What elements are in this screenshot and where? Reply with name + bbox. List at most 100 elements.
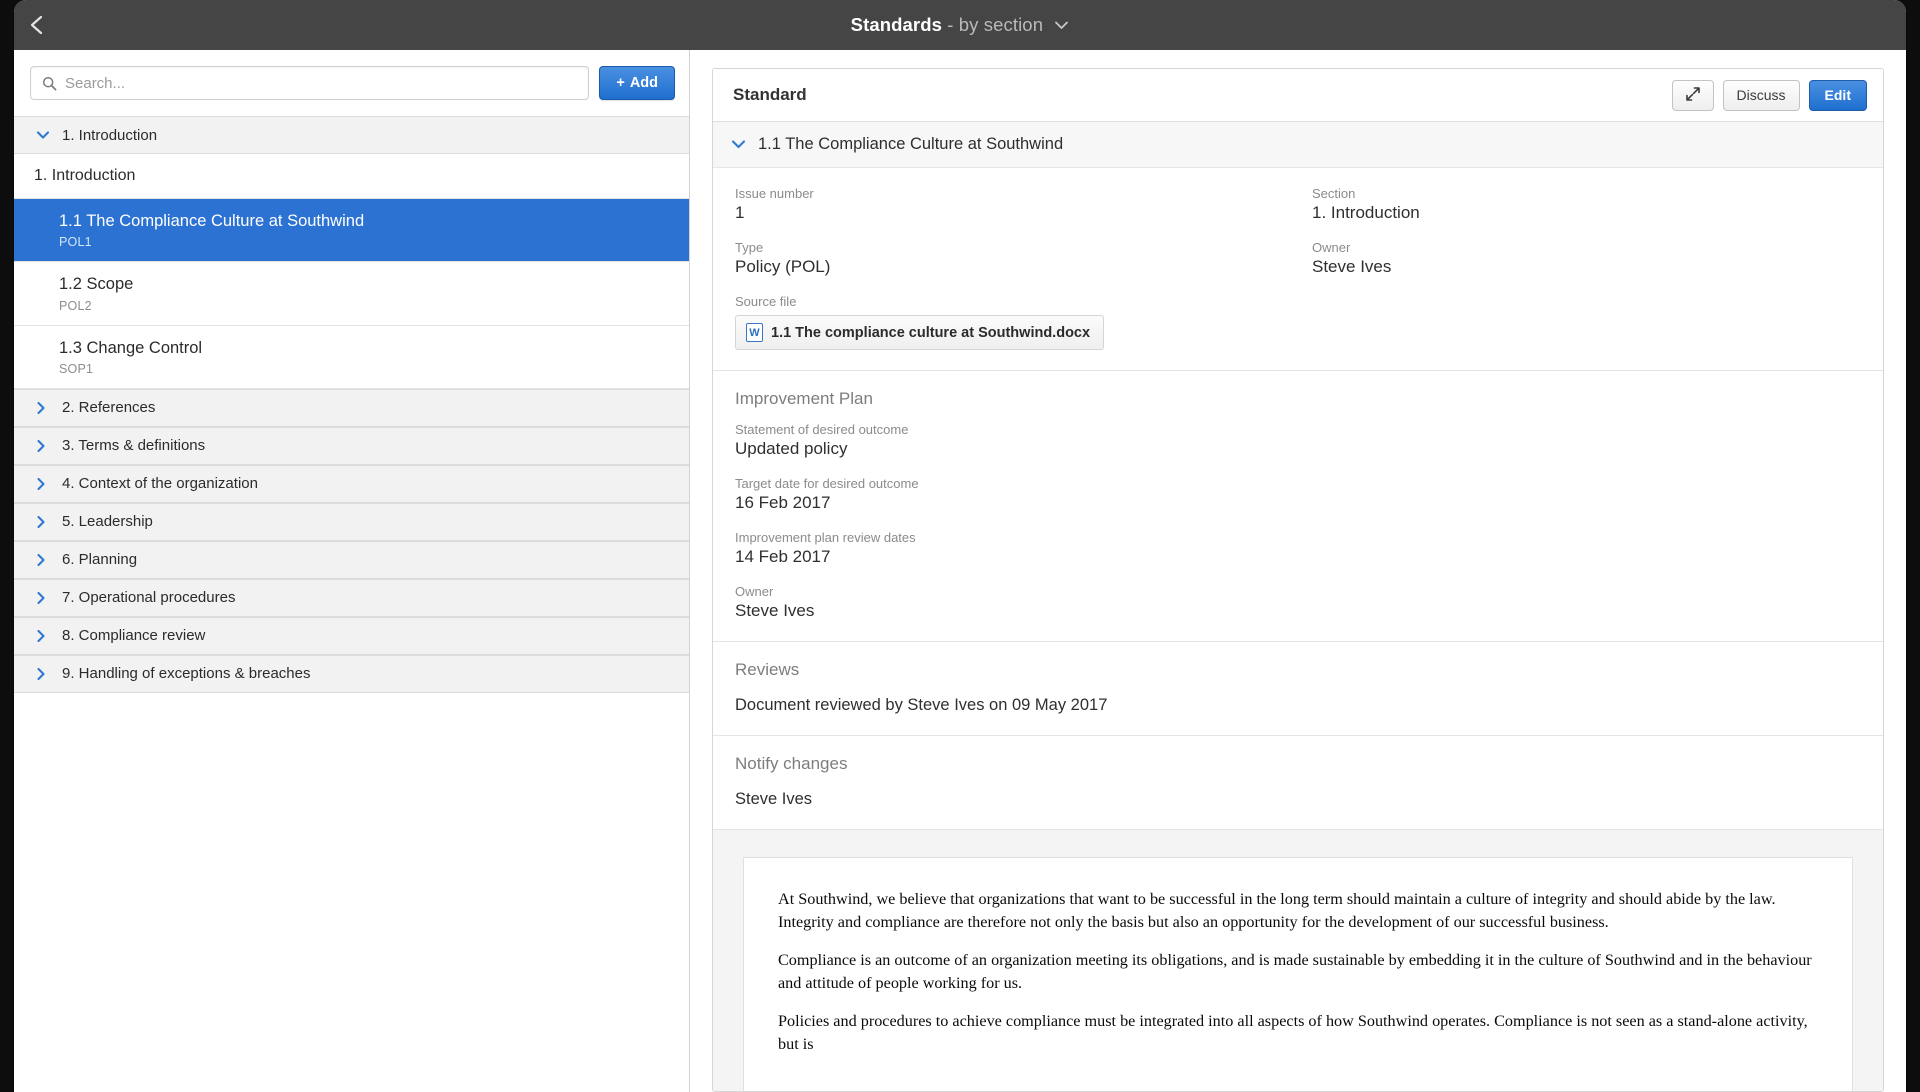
document-paragraph: Policies and procedures to achieve compl…: [778, 1012, 1808, 1053]
document-title: 1.1 The Compliance Culture at Southwind: [758, 135, 1064, 153]
chevron-right-icon: [36, 667, 62, 681]
field-label: Type: [735, 240, 764, 255]
tree-group-leadership[interactable]: 5. Leadership: [14, 502, 689, 541]
sidebar-toolbar: + Add: [14, 50, 689, 116]
tree-group-label: 2. References: [62, 399, 156, 417]
page-title-separator: -: [942, 14, 959, 35]
plus-icon: +: [616, 75, 625, 91]
tree-group-compliance-review[interactable]: 8. Compliance review: [14, 616, 689, 655]
source-file-chip[interactable]: W 1.1 The compliance culture at Southwin…: [735, 315, 1105, 350]
document-page: At Southwind, we believe that organizati…: [743, 857, 1853, 1091]
chevron-left-icon: [29, 13, 45, 37]
field-review-dates: Improvement plan review dates 14 Feb 201…: [735, 530, 1861, 567]
tree-group-context-of-organization[interactable]: 4. Context of the organization: [14, 464, 689, 503]
details-section: Issue number 1 Type Policy (POL) Source …: [713, 168, 1883, 371]
expand-arrows-icon: [1685, 86, 1700, 104]
notify-entry: Steve Ives: [735, 790, 813, 808]
field-target-date: Target date for desired outcome 16 Feb 2…: [735, 476, 1861, 513]
back-button[interactable]: [14, 0, 60, 50]
document-preview-area: At Southwind, we believe that organizati…: [713, 830, 1883, 1091]
reviews-section: Reviews Document reviewed by Steve Ives …: [713, 642, 1883, 736]
chevron-right-icon: [36, 401, 62, 415]
field-value: Updated policy: [735, 439, 848, 458]
sidebar-panel: + Add 1. Introduction 1. Introduction: [14, 50, 690, 1092]
tree-group-terms-definitions[interactable]: 3. Terms & definitions: [14, 426, 689, 465]
source-file-name: 1.1 The compliance culture at Southwind.…: [771, 324, 1091, 341]
field-section: Section 1. Introduction: [1312, 186, 1861, 223]
card-header: Standard Discuss Edit: [713, 69, 1883, 122]
list-item-title: 1.1 The Compliance Culture at Southwind: [59, 212, 365, 230]
chevron-down-icon[interactable]: [1054, 13, 1069, 35]
document-paragraph: At Southwind, we believe that organizati…: [778, 890, 1776, 931]
field-value: Steve Ives: [1312, 257, 1392, 276]
field-value: 16 Feb 2017: [735, 493, 831, 512]
field-value: Steve Ives: [735, 601, 815, 620]
section-title: Reviews: [735, 660, 800, 679]
tree-group-label: 4. Context of the organization: [62, 475, 258, 493]
add-button[interactable]: + Add: [599, 66, 675, 100]
sidebar-item-doc-1-2[interactable]: 1.2 Scope POL2: [14, 262, 689, 326]
tree-group-planning[interactable]: 6. Planning: [14, 540, 689, 579]
top-header-bar: Standards - by section: [14, 0, 1906, 50]
expand-button[interactable]: [1671, 79, 1714, 111]
page-title[interactable]: Standards - by section: [14, 14, 1906, 36]
field-label: Improvement plan review dates: [735, 530, 916, 545]
document-title-row[interactable]: 1.1 The Compliance Culture at Southwind: [713, 122, 1883, 168]
chevron-right-icon: [36, 515, 62, 529]
field-label: Source file: [735, 294, 797, 309]
main-content-area: Standard Discuss Edit 1.1 The Compliance…: [690, 50, 1906, 1092]
section-title: Notify changes: [735, 754, 848, 773]
chevron-right-icon: [36, 439, 62, 453]
standard-detail-card: Standard Discuss Edit 1.1 The Compliance…: [712, 68, 1884, 1092]
main-body: + Add 1. Introduction 1. Introduction: [14, 50, 1906, 1092]
field-label: Statement of desired outcome: [735, 422, 909, 437]
field-label: Issue number: [735, 186, 814, 201]
tree-group-handling-exceptions-breaches[interactable]: 9. Handling of exceptions & breaches: [14, 654, 689, 693]
tree-group-operational-procedures[interactable]: 7. Operational procedures: [14, 578, 689, 617]
search-icon: [42, 76, 57, 96]
tree-group-label: 8. Compliance review: [62, 627, 206, 645]
sidebar-item-doc-1-3[interactable]: 1.3 Change Control SOP1: [14, 325, 689, 389]
list-item-title: 1.3 Change Control: [59, 338, 203, 357]
tree-group-label: 9. Handling of exceptions & breaches: [62, 665, 311, 683]
field-statement-of-desired-outcome: Statement of desired outcome Updated pol…: [735, 422, 1861, 459]
sidebar-item-doc-1-1[interactable]: 1.1 The Compliance Culture at Southwind …: [14, 199, 689, 263]
list-item-code: POL2: [59, 298, 92, 313]
details-right-column: Section 1. Introduction Owner Steve Ives: [1312, 186, 1861, 350]
field-source-file: Source file W 1.1 The compliance culture…: [735, 294, 1284, 350]
tree-section-header: 1. Introduction: [14, 154, 689, 199]
list-item-code: POL1: [59, 235, 92, 250]
card-action-buttons: Discuss Edit: [1671, 79, 1867, 111]
review-entry: Document reviewed by Steve Ives on 09 Ma…: [735, 696, 1108, 714]
section-title: Improvement Plan: [735, 389, 873, 408]
chevron-down-icon[interactable]: [731, 136, 746, 154]
field-label: Owner: [1312, 240, 1351, 255]
field-owner: Owner Steve Ives: [1312, 240, 1861, 277]
field-value: Policy (POL): [735, 257, 831, 276]
discuss-button[interactable]: Discuss: [1722, 79, 1800, 111]
improvement-plan-section: Improvement Plan Statement of desired ou…: [713, 371, 1883, 642]
details-left-column: Issue number 1 Type Policy (POL) Source …: [735, 186, 1284, 350]
edit-button[interactable]: Edit: [1808, 79, 1867, 111]
card-title: Standard: [733, 85, 807, 104]
field-label: Target date for desired outcome: [735, 476, 919, 491]
field-value: 1. Introduction: [1312, 203, 1420, 222]
tree-group-introduction[interactable]: 1. Introduction: [14, 116, 689, 154]
chevron-right-icon: [36, 477, 62, 491]
chevron-down-icon: [36, 130, 62, 140]
search-input[interactable]: [65, 67, 589, 99]
chevron-right-icon: [36, 553, 62, 567]
tree-group-label: 3. Terms & definitions: [62, 437, 206, 455]
field-label: Section: [1312, 186, 1356, 201]
search-box[interactable]: [30, 66, 590, 100]
tree-group-label: 7. Operational procedures: [62, 589, 236, 607]
list-item-title: 1.2 Scope: [59, 275, 134, 294]
tree-group-references[interactable]: 2. References: [14, 388, 689, 427]
field-value: 1: [735, 203, 745, 222]
word-document-icon: W: [746, 323, 763, 342]
field-improvement-owner: Owner Steve Ives: [735, 584, 1861, 621]
tree-group-label: 1. Introduction: [62, 126, 158, 144]
chevron-right-icon: [36, 629, 62, 643]
notify-changes-section: Notify changes Steve Ives: [713, 736, 1883, 830]
list-item-code: SOP1: [59, 361, 94, 376]
